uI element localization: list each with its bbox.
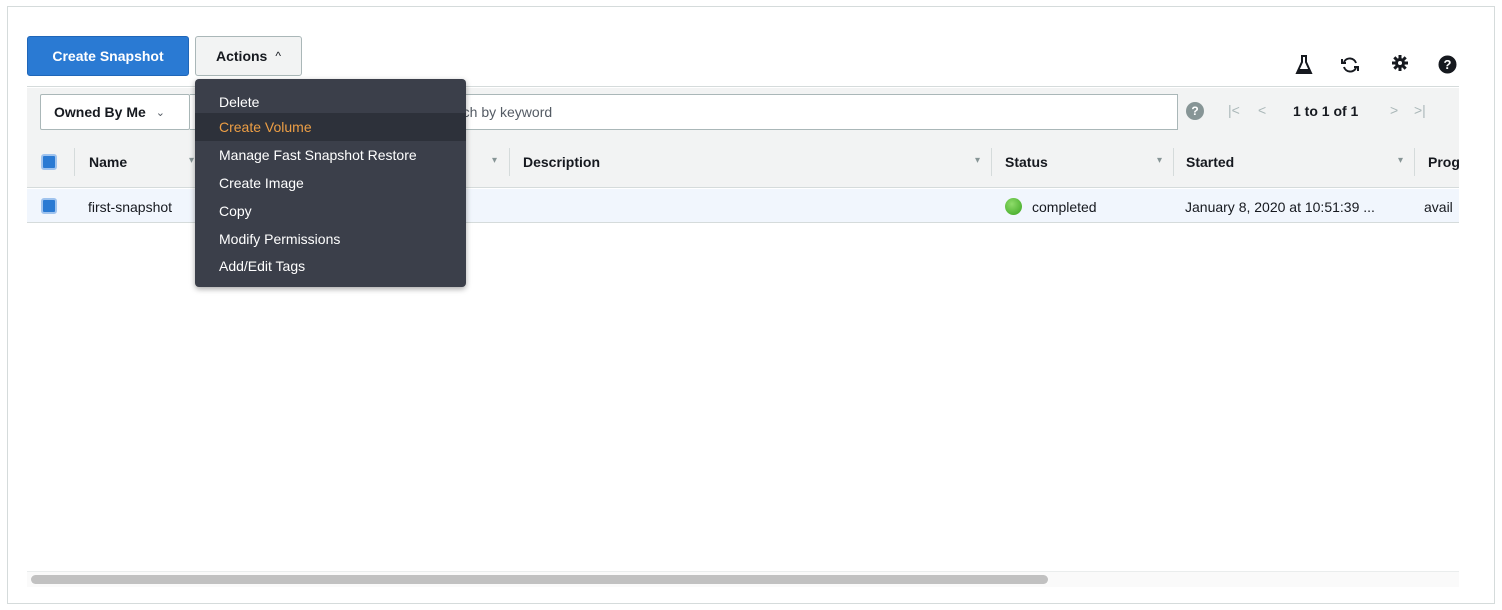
sort-caret-icon[interactable]: ▾ bbox=[1398, 155, 1403, 166]
column-divider bbox=[74, 148, 75, 176]
chevron-down-icon: ⌄ bbox=[155, 106, 166, 119]
menu-item-copy[interactable]: Copy bbox=[195, 197, 466, 225]
last-page-icon[interactable]: >| bbox=[1414, 102, 1426, 118]
sort-caret-icon[interactable]: ▾ bbox=[189, 155, 194, 166]
menu-item-delete[interactable]: Delete bbox=[195, 88, 466, 116]
flask-icon[interactable] bbox=[1294, 55, 1314, 75]
sort-caret-icon[interactable]: ▾ bbox=[1157, 155, 1162, 166]
actions-label: Actions bbox=[216, 48, 268, 64]
menu-item-add-edit-tags[interactable]: Add/Edit Tags bbox=[195, 252, 466, 280]
sort-caret-icon[interactable]: ▾ bbox=[492, 155, 497, 166]
menu-item-create-volume[interactable]: Create Volume bbox=[195, 113, 466, 141]
actions-button[interactable]: Actions ^ bbox=[195, 36, 302, 76]
owner-filter-select[interactable]: Owned By Me ⌄ bbox=[40, 94, 190, 130]
column-divider bbox=[1414, 148, 1415, 176]
prev-page-icon[interactable]: < bbox=[1258, 102, 1266, 118]
actions-menu: Delete Create Volume Manage Fast Snapsho… bbox=[195, 79, 466, 287]
scrollbar-thumb[interactable] bbox=[31, 575, 1048, 584]
row-checkbox[interactable] bbox=[41, 198, 57, 214]
next-page-icon[interactable]: > bbox=[1390, 102, 1398, 118]
first-page-icon[interactable]: |< bbox=[1228, 102, 1240, 118]
status-ok-icon bbox=[1005, 198, 1022, 215]
menu-item-manage-fast-snapshot-restore[interactable]: Manage Fast Snapshot Restore bbox=[195, 141, 466, 169]
column-header-description[interactable]: Description bbox=[523, 154, 600, 170]
menu-item-modify-permissions[interactable]: Modify Permissions bbox=[195, 225, 466, 253]
column-divider bbox=[509, 148, 510, 176]
column-header-progress[interactable]: Prog bbox=[1428, 154, 1459, 170]
gear-icon[interactable] bbox=[1390, 53, 1410, 73]
refresh-icon[interactable] bbox=[1340, 55, 1360, 75]
column-divider bbox=[991, 148, 992, 176]
help-icon[interactable]: ? bbox=[1437, 54, 1457, 74]
cell-started: January 8, 2020 at 10:51:39 ... bbox=[1185, 199, 1375, 215]
cell-name: first-snapshot bbox=[88, 199, 173, 215]
pagination-label: 1 to 1 of 1 bbox=[1293, 103, 1359, 119]
menu-item-create-image[interactable]: Create Image bbox=[195, 169, 466, 197]
owner-filter-value: Owned By Me bbox=[54, 104, 146, 120]
cell-status: completed bbox=[1032, 199, 1097, 215]
column-header-status[interactable]: Status bbox=[1005, 154, 1048, 170]
sort-caret-icon[interactable]: ▾ bbox=[975, 155, 980, 166]
column-header-name[interactable]: Name bbox=[89, 154, 127, 170]
column-divider bbox=[1173, 148, 1174, 176]
chevron-up-icon: ^ bbox=[275, 49, 281, 63]
create-snapshot-button[interactable]: Create Snapshot bbox=[27, 36, 189, 76]
select-all-checkbox[interactable] bbox=[41, 154, 57, 170]
search-help-icon[interactable]: ? bbox=[1186, 102, 1204, 120]
svg-text:?: ? bbox=[1443, 57, 1451, 72]
column-header-started[interactable]: Started bbox=[1186, 154, 1234, 170]
cell-progress: avail bbox=[1424, 199, 1453, 215]
